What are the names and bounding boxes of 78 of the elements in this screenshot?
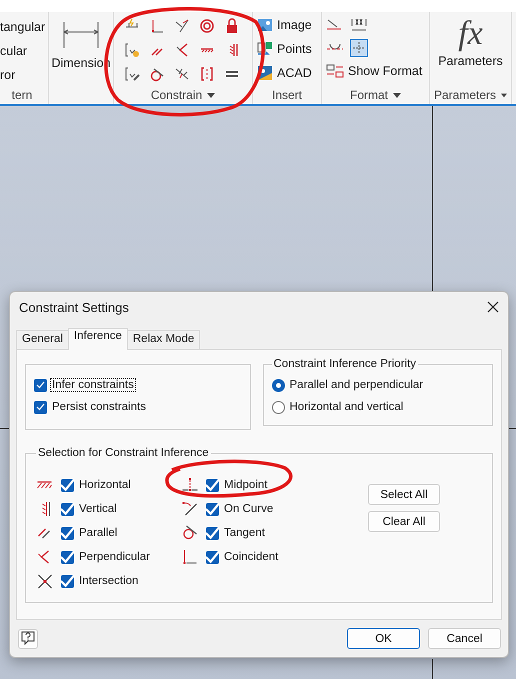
constraint-icon [181, 477, 198, 493]
group-title: Selection for Constraint Inference [37, 447, 210, 459]
panel-title: Parameters [434, 88, 496, 102]
dialog-button[interactable]: OK [347, 628, 420, 649]
close-icon[interactable] [486, 300, 500, 314]
constraint-icon [181, 501, 198, 517]
dialog-button[interactable]: Clear All [368, 511, 440, 532]
radio-label[interactable]: Parallel and perpendicular [288, 378, 426, 392]
checkbox[interactable] [61, 550, 74, 564]
show-format-button[interactable]: Show Format [326, 62, 422, 80]
checkbox-label[interactable]: Tangent [222, 526, 267, 540]
format-icon [326, 63, 344, 79]
radio-button[interactable] [272, 400, 284, 414]
checkbox[interactable] [61, 502, 74, 516]
checkbox[interactable] [206, 478, 219, 492]
radio-label[interactable]: Horizontal and vertical [288, 400, 406, 414]
panel-title: Insert [272, 88, 302, 102]
crosshair-icon [353, 42, 365, 54]
driven-dimension-icon[interactable] [350, 17, 368, 33]
tab[interactable]: Inference [68, 328, 128, 350]
panel-title: tern [12, 88, 32, 102]
dimension-icon[interactable] [62, 20, 100, 48]
ribbon-item[interactable]: ror [0, 66, 46, 84]
constraint-tool-icon[interactable] [174, 66, 190, 82]
constraint-tool-icon[interactable] [174, 42, 190, 58]
checkbox[interactable] [206, 550, 219, 564]
checkbox[interactable] [34, 378, 47, 392]
caret-icon[interactable] [207, 92, 216, 98]
constraint-tool-icon[interactable] [199, 18, 215, 34]
panel-title: Constrain [150, 88, 202, 102]
constraint-tool-icon[interactable] [199, 66, 215, 82]
caret-icon[interactable] [393, 92, 401, 98]
checkbox-label[interactable]: Horizontal [77, 478, 133, 492]
constraint-icon [181, 549, 198, 565]
ribbon-item[interactable]: tangular [0, 18, 46, 36]
checkbox[interactable] [206, 526, 219, 540]
function-symbol[interactable]: fx [458, 16, 483, 52]
dialog-button[interactable]: Select All [368, 484, 440, 505]
checkbox[interactable] [34, 400, 47, 414]
constraint-tool-icon[interactable] [149, 18, 165, 34]
constraint-tool-icon[interactable] [224, 18, 240, 34]
ribbon-button[interactable]: Image [257, 16, 312, 34]
help-icon [21, 631, 35, 646]
radio-button[interactable] [272, 378, 284, 392]
checkbox-label[interactable]: Midpoint [222, 478, 270, 492]
checkbox-label[interactable]: Parallel [77, 526, 120, 540]
checkbox-label[interactable]: Persist constraints [50, 400, 148, 414]
checkbox-label[interactable]: On Curve [222, 502, 276, 516]
caret-icon[interactable] [501, 92, 507, 98]
checkbox[interactable] [61, 526, 74, 540]
window-title: Constraint Settings [19, 300, 129, 314]
constraint-icon [181, 525, 198, 541]
checkbox-label[interactable]: Coincident [222, 550, 280, 564]
panel-title: Format [350, 88, 388, 102]
constraint-tool-icon[interactable] [149, 66, 165, 82]
group-title: Constraint Inference Priority [272, 358, 418, 370]
tab[interactable]: Relax Mode [126, 330, 200, 349]
constraint-tool-icon[interactable] [124, 42, 140, 58]
tab[interactable]: General [16, 330, 69, 349]
constraint-icon [36, 573, 53, 589]
help-button[interactable] [18, 628, 38, 648]
centerline-toggle[interactable] [350, 39, 368, 57]
parameters-button[interactable]: Parameters [438, 52, 503, 70]
ribbon-item[interactable]: cular [0, 42, 46, 60]
checkbox-label[interactable]: Intersection [77, 574, 140, 588]
checkbox-label[interactable]: Infer constraints [50, 378, 136, 392]
constraint-icon [36, 481, 53, 489]
dialog-button[interactable]: Cancel [428, 628, 501, 649]
ribbon-button[interactable]: Points [257, 40, 312, 58]
checkbox[interactable] [61, 478, 74, 492]
checkbox[interactable] [61, 574, 74, 588]
constraint-tool-icon[interactable] [124, 66, 140, 82]
points-icon [257, 41, 273, 57]
ribbon-button[interactable]: ACAD [257, 64, 312, 82]
checkbox-label[interactable]: Vertical [77, 502, 119, 516]
checkbox-label[interactable]: Perpendicular [77, 550, 152, 564]
constraint-tool-icon[interactable] [174, 18, 190, 34]
checkbox[interactable] [206, 502, 219, 516]
